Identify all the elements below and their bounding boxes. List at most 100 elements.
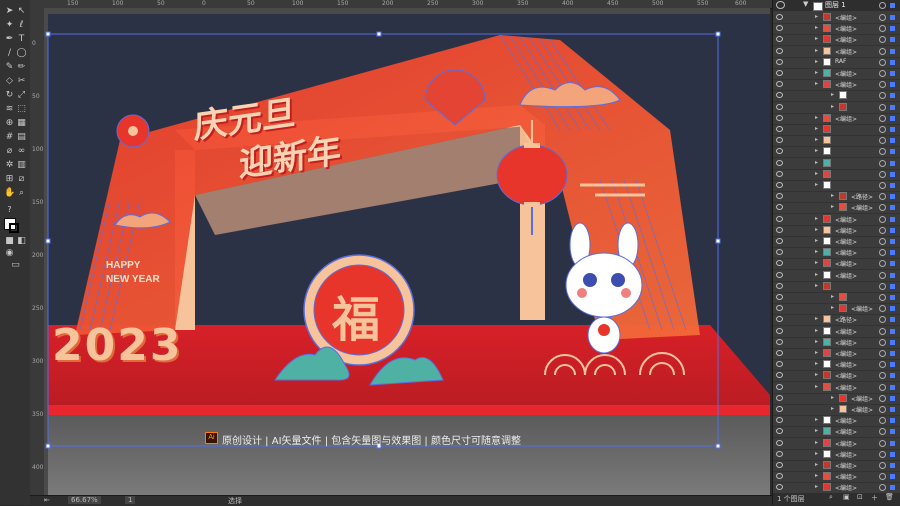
expand-icon[interactable]: ▸ [815, 181, 818, 188]
eye-icon[interactable] [776, 473, 783, 480]
selection-tool-icon[interactable]: ➤ [4, 6, 15, 17]
eye-icon[interactable] [776, 439, 783, 446]
selection-indicator[interactable] [890, 48, 895, 54]
expand-icon[interactable]: ▸ [831, 192, 834, 199]
layer-name[interactable]: <路径> [835, 315, 857, 324]
artboard-tool-icon[interactable]: ⊞ [4, 174, 15, 185]
target-icon[interactable] [879, 473, 886, 481]
eye-icon[interactable] [776, 14, 783, 20]
selection-indicator[interactable] [890, 373, 895, 379]
new-sublayer-icon[interactable]: ⊡ [857, 493, 863, 501]
selection-indicator[interactable] [890, 272, 895, 278]
screen-mode-icon[interactable]: ▭ [10, 260, 21, 271]
target-icon[interactable] [879, 193, 886, 201]
expand-icon[interactable]: ▸ [815, 248, 818, 255]
symbol-sprayer-tool-icon[interactable]: ✲ [4, 160, 15, 171]
layer-row[interactable]: ▸ [773, 158, 900, 170]
target-icon[interactable] [879, 58, 886, 66]
slice-tool-icon[interactable]: ⧄ [16, 174, 27, 185]
selection-indicator[interactable] [890, 395, 895, 401]
layer-row[interactable]: ▸ [773, 281, 900, 293]
layer-name[interactable]: <编组> [835, 226, 857, 235]
layer-row[interactable]: ▸ <路径> [773, 314, 900, 327]
eye-icon[interactable] [776, 148, 783, 155]
shape-builder-tool-icon[interactable]: ⊕ [4, 118, 15, 129]
expand-icon[interactable]: ▸ [815, 271, 818, 278]
eye-icon[interactable] [776, 170, 783, 177]
layer-row[interactable]: ▸ <编组> [773, 12, 900, 24]
selection-indicator[interactable] [890, 250, 895, 256]
layer-name[interactable]: <编组> [835, 271, 857, 280]
gradient-mode-icon[interactable]: ◧ [16, 236, 27, 247]
expand-icon[interactable]: ▸ [831, 203, 834, 210]
eye-icon[interactable] [776, 25, 783, 32]
selection-indicator[interactable] [890, 194, 895, 200]
target-icon[interactable] [879, 36, 886, 44]
expand-icon[interactable]: ▸ [815, 259, 818, 266]
selection-indicator[interactable] [890, 160, 895, 166]
expand-icon[interactable]: ▸ [815, 416, 818, 423]
selection-indicator[interactable] [890, 429, 895, 435]
help-icon[interactable]: ? [4, 204, 15, 215]
layer-name[interactable]: <编组> [835, 24, 857, 33]
layer-row[interactable]: ▸ <编组> [773, 225, 900, 237]
selection-indicator[interactable] [890, 351, 895, 356]
eye-icon[interactable] [776, 305, 783, 312]
target-icon[interactable] [879, 137, 886, 145]
eye-icon[interactable] [776, 226, 783, 233]
eye-icon[interactable] [776, 114, 783, 121]
selection-indicator[interactable] [890, 295, 895, 300]
layer-row[interactable]: ▸ <编组> [773, 34, 900, 47]
selection-indicator[interactable] [890, 59, 895, 65]
layer-row[interactable]: ▸ <编组> [773, 449, 900, 461]
layer-row[interactable]: ▸ <编组> [773, 326, 900, 338]
expand-icon[interactable]: ▸ [815, 450, 818, 457]
layer-row[interactable]: ▸ <编组> [773, 426, 900, 439]
eye-icon[interactable] [776, 383, 783, 390]
expand-icon[interactable]: ▸ [815, 360, 818, 367]
selection-indicator[interactable] [890, 93, 895, 99]
eye-icon[interactable] [776, 47, 783, 54]
layer-name[interactable]: <编组> [835, 439, 857, 448]
expand-icon[interactable]: ▸ [815, 349, 818, 356]
line-tool-icon[interactable]: / [4, 48, 15, 59]
eye-icon[interactable] [776, 327, 783, 334]
layer-name[interactable]: <编组> [835, 80, 857, 89]
selection-indicator[interactable] [890, 37, 895, 43]
locate-icon[interactable]: ⌕ [829, 493, 833, 502]
paintbrush-tool-icon[interactable]: ✎ [4, 62, 15, 73]
expand-icon[interactable]: ▸ [815, 237, 818, 244]
page-field[interactable]: 1 [125, 496, 136, 504]
eye-icon[interactable] [776, 338, 783, 345]
layer-name[interactable]: <编组> [835, 360, 857, 369]
zoom-field[interactable]: 66.67% [68, 496, 101, 504]
eye-icon[interactable] [776, 249, 783, 256]
blend-tool-icon[interactable]: ∞ [16, 146, 27, 157]
selection-indicator[interactable] [890, 71, 895, 76]
target-icon[interactable] [879, 484, 886, 492]
expand-icon[interactable]: ▸ [815, 80, 818, 87]
target-icon[interactable] [879, 450, 886, 458]
eye-icon[interactable] [776, 126, 783, 132]
selection-indicator[interactable] [890, 138, 895, 144]
layer-row[interactable]: ▸ <编组> [773, 79, 900, 92]
selection-indicator[interactable] [890, 261, 895, 267]
layer-row[interactable]: ▸ <编组> [773, 202, 900, 215]
expand-icon[interactable]: ▸ [815, 35, 818, 42]
target-icon[interactable] [879, 238, 886, 245]
target-icon[interactable] [879, 439, 886, 447]
eye-icon[interactable] [776, 137, 783, 144]
layer-name[interactable]: <编组> [835, 47, 857, 56]
target-icon[interactable] [879, 406, 886, 413]
eye-icon[interactable] [776, 484, 783, 491]
layer-name[interactable]: <编组> [835, 35, 857, 44]
target-icon[interactable] [879, 92, 886, 100]
target-icon[interactable] [879, 305, 886, 313]
expand-icon[interactable]: ▸ [815, 439, 818, 446]
layer-name[interactable]: <编组> [835, 259, 857, 268]
target-icon[interactable] [879, 417, 886, 425]
artboard-canvas[interactable]: 庆元旦 迎新年 HAPPY NEW YEAR 2023 福 Ai 原创设计 | … [44, 8, 770, 495]
target-icon[interactable] [879, 25, 886, 33]
layer-row[interactable]: ▸ RAF [773, 57, 900, 69]
layer-name[interactable]: <编组> [835, 215, 857, 224]
